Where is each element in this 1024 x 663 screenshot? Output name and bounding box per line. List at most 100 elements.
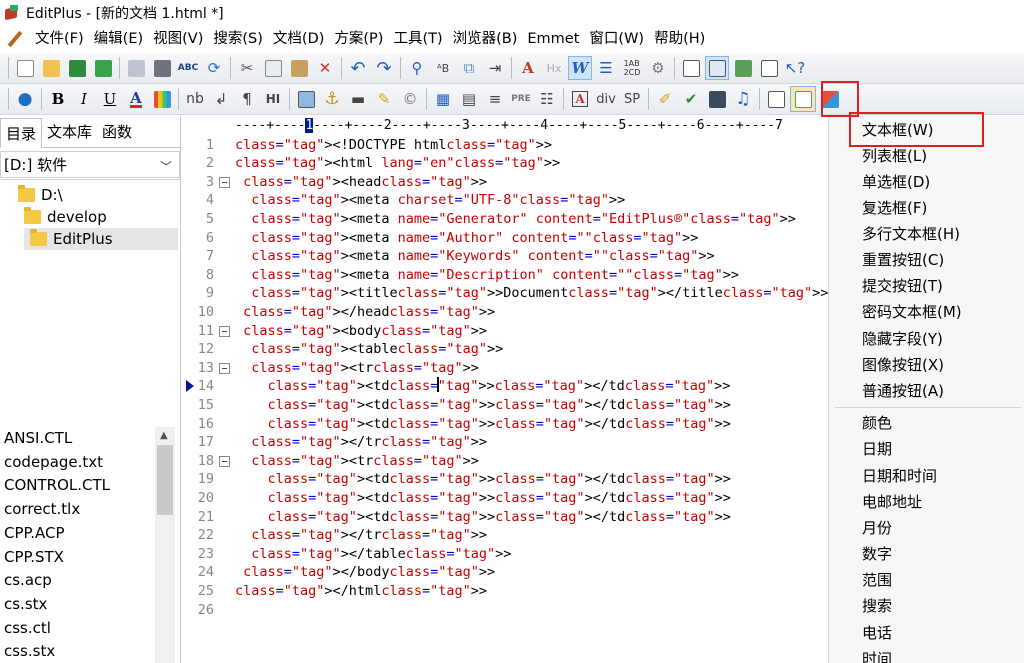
menu-item-datetime[interactable]: 日期和时间	[862, 463, 937, 489]
menu-help[interactable]: 帮助(H)	[649, 26, 710, 53]
menu-search[interactable]: 搜索(S)	[208, 26, 268, 53]
anchor-icon[interactable]: ⚓	[320, 87, 344, 111]
comment-pencil-icon[interactable]: ✎	[372, 87, 396, 111]
span-button[interactable]: SP	[620, 87, 644, 111]
code-line[interactable]: 5 class="tag"><meta name="Generator" con…	[183, 210, 828, 229]
menu-file[interactable]: 文件(F)	[30, 26, 89, 53]
menu-item-month[interactable]: 月份	[862, 515, 892, 541]
file-item[interactable]: CPP.ACP	[4, 522, 65, 545]
code-line[interactable]: 21 class="tag"><tdclass="tag">>class="ta…	[183, 508, 828, 527]
file-item[interactable]: codepage.txt	[4, 451, 103, 474]
browser-globe-icon[interactable]: ●	[13, 87, 37, 111]
replace-icon[interactable]: ᴬB	[431, 56, 455, 80]
code-line[interactable]: 26	[183, 601, 828, 620]
column-select-icon[interactable]: 1AB 2CD	[620, 56, 644, 80]
align-icon[interactable]: ≡	[483, 87, 507, 111]
menu-item-color[interactable]: 颜色	[862, 410, 892, 436]
copyright-icon[interactable]: ©	[398, 87, 422, 111]
code-line[interactable]: 10 class="tag"></headclass="tag">>	[183, 303, 828, 322]
save-icon[interactable]	[65, 56, 89, 80]
file-item[interactable]: correct.tlx	[4, 498, 80, 521]
code-line[interactable]: 23 class="tag"></tableclass="tag">>	[183, 545, 828, 564]
spell-check-icon[interactable]: ABC	[176, 56, 200, 80]
code-line[interactable]: 8 class="tag"><meta name="Description" c…	[183, 266, 828, 285]
form-text-icon[interactable]: A	[568, 87, 592, 111]
italic-button[interactable]: I	[72, 87, 96, 111]
menu-document[interactable]: 文档(D)	[268, 26, 329, 53]
open-folder-icon[interactable]	[39, 56, 63, 80]
print-icon[interactable]	[150, 56, 174, 80]
menu-project[interactable]: 方案(P)	[329, 26, 388, 53]
form-icon[interactable]	[764, 87, 788, 111]
new-file-icon[interactable]	[13, 56, 37, 80]
check-edit-icon[interactable]: ✔	[679, 87, 703, 111]
menu-item-image-button[interactable]: 图像按钮(X)	[862, 352, 944, 378]
find-icon[interactable]: ⚲	[405, 56, 429, 80]
help-cursor-icon[interactable]: ↖?	[783, 56, 807, 80]
font-size-icon[interactable]: A	[516, 56, 540, 80]
menu-item-submit-button[interactable]: 提交按钮(T)	[862, 273, 943, 299]
heading-button[interactable]: HI	[261, 87, 285, 111]
full-screen-icon[interactable]	[757, 56, 781, 80]
file-list-scrollbar[interactable]: ▲	[155, 427, 175, 663]
menu-item-hidden-field[interactable]: 隐藏字段(Y)	[862, 326, 943, 352]
table-icon[interactable]: ▦	[431, 87, 455, 111]
underline-button[interactable]: U	[98, 87, 122, 111]
file-item[interactable]: cs.stx	[4, 593, 47, 616]
code-line[interactable]: 2 class="tag"><html lang="en"class="tag">…	[183, 154, 828, 173]
tab-functions[interactable]: 函数	[97, 117, 137, 147]
menu-item-time[interactable]: 时间	[862, 646, 892, 663]
menu-item-number[interactable]: 数字	[862, 541, 892, 567]
menu-item-checkbox[interactable]: 复选框(F)	[862, 195, 927, 221]
redo-icon[interactable]: ↷	[372, 56, 396, 80]
tab-cliptext[interactable]: 文本库	[42, 117, 97, 147]
code-line[interactable]: 7 class="tag"><meta name="Keywords" cont…	[183, 247, 828, 266]
code-line[interactable]: 22 class="tag"></trclass="tag">>	[183, 526, 828, 545]
undo-icon[interactable]: ↶	[346, 56, 370, 80]
code-line[interactable]: 6 class="tag"><meta name="Author" conten…	[183, 229, 828, 248]
menu-item-button[interactable]: 普通按钮(A)	[862, 378, 944, 404]
code-line[interactable]: 18 class="tag"><trclass="tag">>	[183, 452, 828, 471]
music-note-icon[interactable]: ♫	[731, 87, 755, 111]
find-in-files-icon[interactable]: ⧉	[457, 56, 481, 80]
menu-view[interactable]: 视图(V)	[148, 26, 208, 53]
film-icon[interactable]	[705, 87, 729, 111]
menu-item-textarea[interactable]: 多行文本框(H)	[862, 221, 960, 247]
delete-icon[interactable]: ✕	[313, 56, 337, 80]
directory-window-icon[interactable]	[679, 56, 703, 80]
file-item[interactable]: css.stx	[4, 640, 55, 663]
drive-select[interactable]: [D:] 软件 ﹀	[0, 151, 180, 178]
menu-item-tel[interactable]: 电话	[862, 620, 892, 646]
preferences-gear-icon[interactable]: ⚙	[646, 56, 670, 80]
bold-button[interactable]: B	[46, 87, 70, 111]
file-item[interactable]: ANSI.CTL	[4, 427, 72, 450]
menu-item-reset-button[interactable]: 重置按钮(C)	[862, 247, 944, 273]
code-line[interactable]: 3 class="tag"><headclass="tag">>	[183, 173, 828, 192]
code-line[interactable]: 24 class="tag"></bodyclass="tag">>	[183, 563, 828, 582]
menu-tools[interactable]: 工具(T)	[388, 26, 447, 53]
cliptext-window-icon[interactable]	[705, 56, 729, 80]
line-break-button[interactable]: ↲	[209, 87, 233, 111]
menu-item-password[interactable]: 密码文本框(M)	[862, 299, 962, 325]
fold-toggle-icon[interactable]	[219, 176, 230, 188]
code-line[interactable]: 15 class="tag"><tdclass="tag">>class="ta…	[183, 396, 828, 415]
list-box-icon[interactable]: ▤	[457, 87, 481, 111]
horizontal-rule-icon[interactable]: ▬	[346, 87, 370, 111]
pre-button[interactable]: PRE	[509, 87, 533, 111]
folder-item[interactable]: D:\	[18, 184, 178, 206]
code-editor[interactable]: ----+----1----+----2----+----3----+----4…	[183, 116, 828, 663]
code-line[interactable]: 13 class="tag"><trclass="tag">>	[183, 359, 828, 378]
code-line[interactable]: 16 class="tag"><tdclass="tag">>class="ta…	[183, 415, 828, 434]
fold-toggle-icon[interactable]	[219, 455, 230, 467]
paragraph-button[interactable]: ¶	[235, 87, 259, 111]
menu-item-email[interactable]: 电邮地址	[862, 489, 922, 515]
font-color-button[interactable]: A	[124, 87, 148, 111]
scroll-up-icon[interactable]: ▲	[160, 430, 168, 441]
code-line[interactable]: 14 class="tag"><tdclass="tag">>class="ta…	[183, 377, 828, 396]
code-line[interactable]: 4 class="tag"><meta charset="UTF-8"class…	[183, 191, 828, 210]
code-line[interactable]: 12 class="tag"><tableclass="tag">>	[183, 340, 828, 359]
tab-directory[interactable]: 目录	[0, 118, 43, 148]
menu-item-search[interactable]: 搜索	[862, 593, 892, 619]
line-number-icon[interactable]: ☰	[594, 56, 618, 80]
code-line[interactable]: 17 class="tag"></trclass="tag">>	[183, 433, 828, 452]
